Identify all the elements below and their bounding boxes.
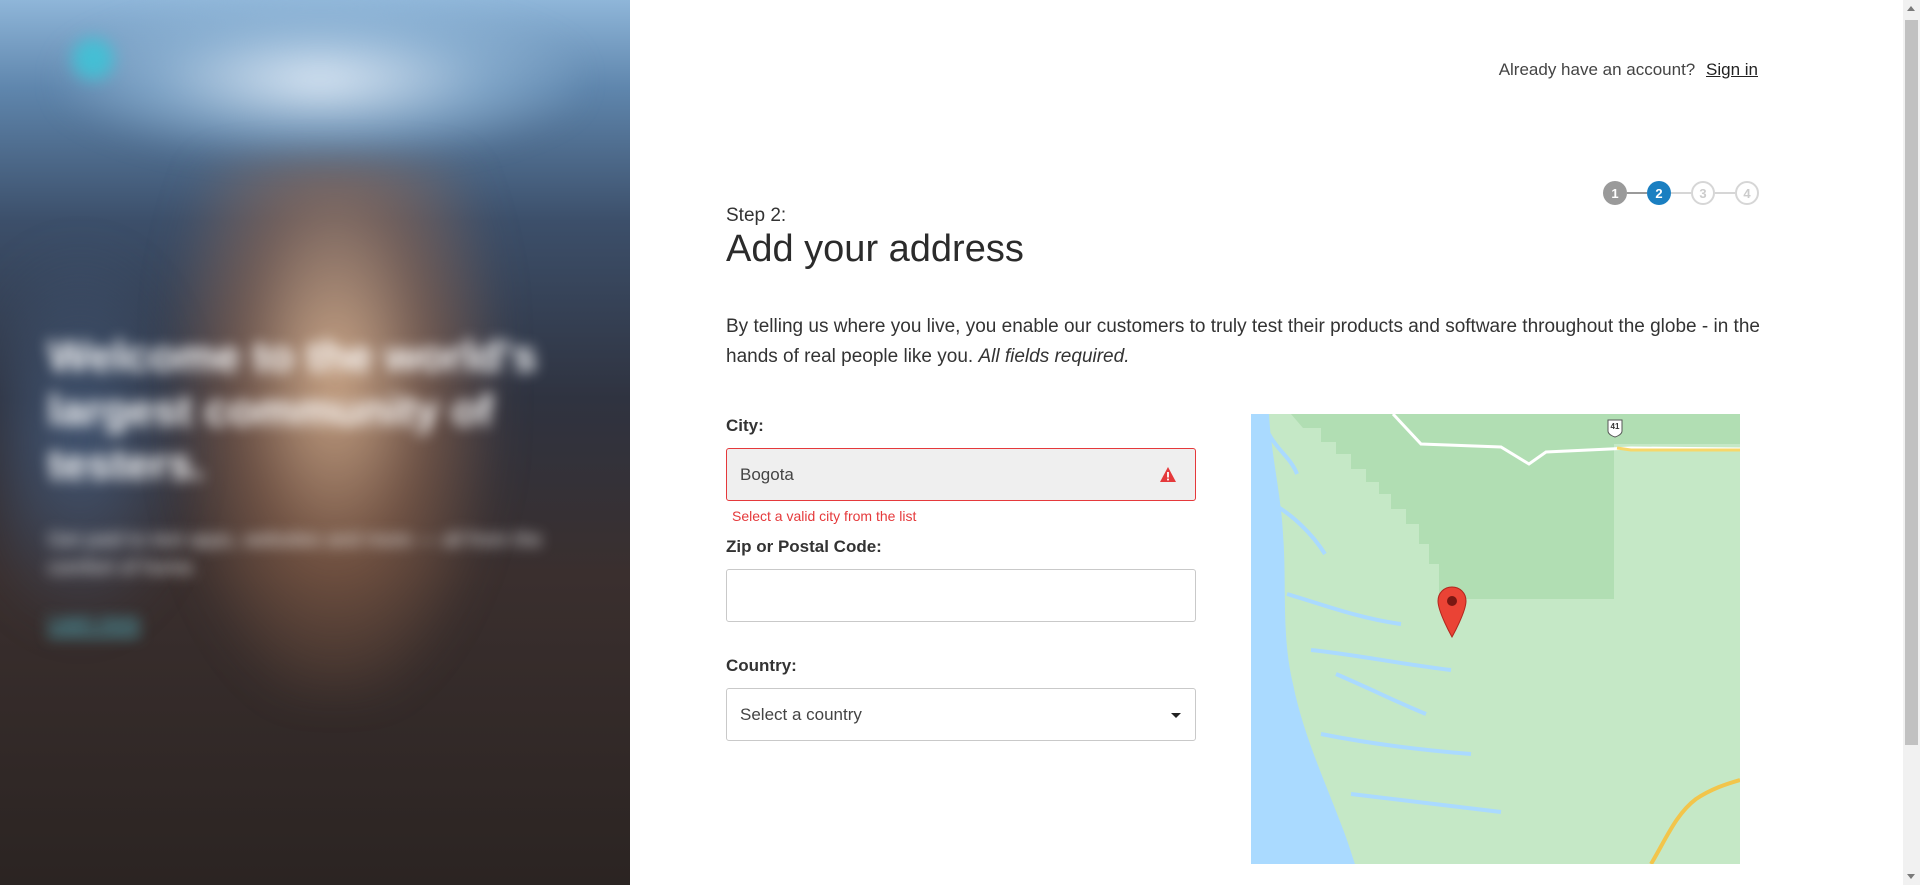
hero-title: Welcome to the world's largest community…: [48, 332, 537, 489]
zip-label: Zip or Postal Code:: [726, 537, 882, 556]
signin-link[interactable]: Sign in: [1706, 60, 1758, 79]
step-3: 3: [1691, 181, 1715, 205]
step-2: 2: [1647, 181, 1671, 205]
step-connector: [1627, 192, 1647, 194]
hero-sky: [60, 0, 580, 160]
intro-text: By telling us where you live, you enable…: [726, 312, 1771, 372]
hero-panel: Welcome to the world's largest community…: [0, 0, 630, 885]
scroll-thumb[interactable]: [1905, 20, 1918, 745]
city-label: City:: [726, 416, 764, 435]
zip-field[interactable]: [726, 569, 1196, 622]
page-scrollbar[interactable]: [1903, 0, 1920, 885]
signin-prompt: Already have an account? Sign in: [1499, 60, 1758, 80]
hero-link[interactable]: Learn more: [48, 612, 141, 636]
country-select[interactable]: Select a country: [726, 688, 1196, 741]
warning-icon: [1160, 467, 1176, 482]
highway-label: 41: [1610, 422, 1620, 431]
zip-input[interactable]: [740, 585, 1182, 606]
city-error-message: Select a valid city from the list: [732, 508, 917, 524]
hero-text: Welcome to the world's largest community…: [48, 330, 568, 636]
city-input[interactable]: [740, 464, 1182, 485]
account-prompt-text: Already have an account?: [1498, 60, 1696, 79]
hero-subtitle: Get paid to test apps, websites and more…: [48, 529, 542, 579]
step-connector: [1715, 192, 1735, 194]
page-title: Add your address: [726, 228, 1024, 270]
intro-emphasis: All fields required.: [978, 346, 1130, 367]
scroll-up-arrow-icon[interactable]: [1907, 6, 1915, 11]
city-field[interactable]: [726, 448, 1196, 501]
map-canvas[interactable]: [1251, 414, 1740, 864]
step-connector: [1671, 192, 1691, 194]
step-indicator: 1 2 3 4: [1603, 181, 1759, 205]
address-form: City: Select a valid city from the list …: [726, 416, 1196, 741]
chevron-down-icon: [1171, 713, 1181, 718]
logo-icon: [72, 38, 114, 80]
map-pin-icon: [1437, 586, 1467, 638]
country-selected-value: Select a country: [740, 704, 862, 724]
step-1: 1: [1603, 181, 1627, 205]
intro-body: By telling us where you live, you enable…: [726, 316, 1760, 367]
step-label: Step 2:: [726, 205, 787, 226]
scroll-down-arrow-icon[interactable]: [1907, 874, 1915, 879]
location-map[interactable]: 41: [1251, 414, 1740, 864]
country-label: Country:: [726, 656, 797, 675]
step-4: 4: [1735, 181, 1759, 205]
